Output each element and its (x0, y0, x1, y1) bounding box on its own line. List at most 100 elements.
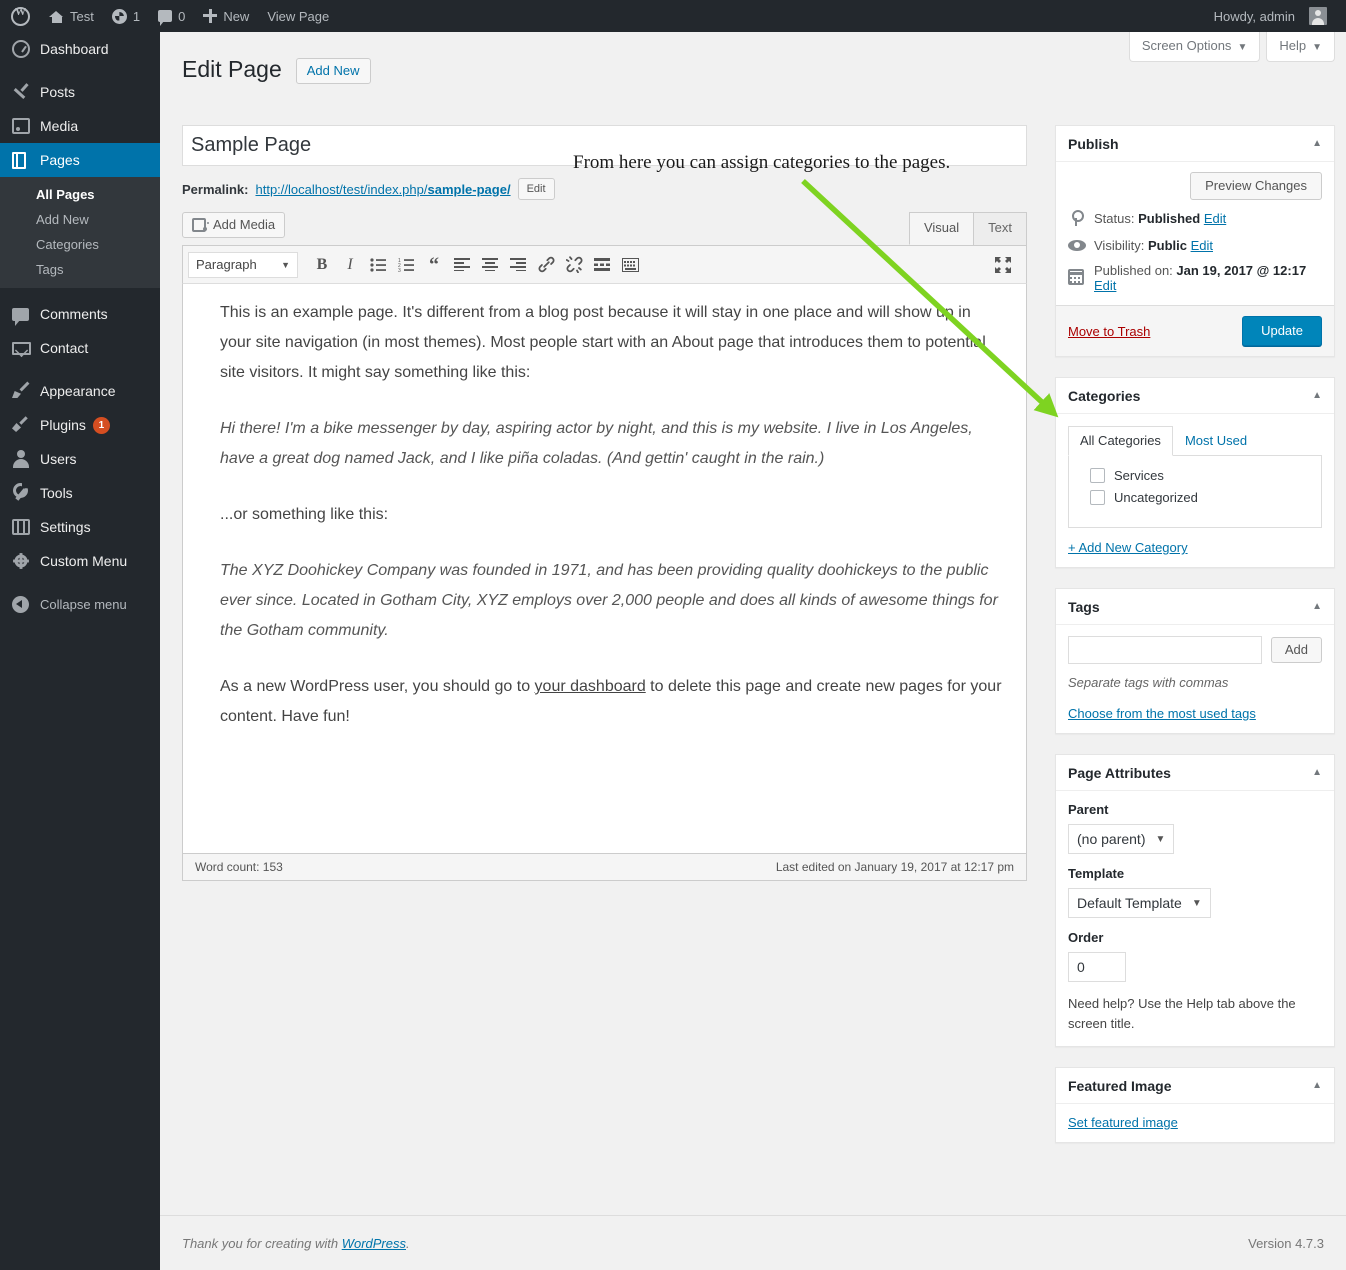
sidebar-item-posts[interactable]: Posts (0, 75, 160, 109)
category-label: Uncategorized (1114, 490, 1198, 505)
plugins-update-badge: 1 (92, 416, 110, 434)
preview-changes-button[interactable]: Preview Changes (1190, 172, 1322, 200)
sidebar-item-comments[interactable]: Comments (0, 297, 160, 331)
add-media-button[interactable]: Add Media (182, 212, 286, 238)
template-select[interactable]: Default Template ▼ (1068, 888, 1211, 918)
sidebar-item-contact[interactable]: Contact (0, 331, 160, 365)
category-label: Services (1114, 468, 1164, 483)
blockquote-icon[interactable]: “ (420, 251, 448, 279)
insert-link-icon[interactable] (532, 251, 560, 279)
edit-permalink-button[interactable]: Edit (517, 177, 555, 201)
wordpress-link[interactable]: WordPress (342, 1236, 406, 1251)
sidebar-item-settings[interactable]: Settings (0, 510, 160, 544)
edit-date-link[interactable]: Edit (1094, 278, 1116, 293)
sidebar-item-users[interactable]: Users (0, 442, 160, 476)
most-used-tags-link[interactable]: Choose from the most used tags (1068, 706, 1322, 721)
updates-menu[interactable]: 1 (103, 0, 149, 32)
sidebar-item-collapse-menu[interactable]: Collapse menu (0, 587, 160, 621)
categories-panel-body: All Categories Most Used Services Uncate… (1056, 414, 1334, 567)
editor-wrapper: Add Media Visual Text Paragraph ▼ B I 1 … (182, 212, 1027, 881)
categories-panel: Categories ▲ All Categories Most Used Se… (1055, 377, 1335, 568)
footer-version: Version 4.7.3 (1248, 1235, 1324, 1251)
set-featured-image-link[interactable]: Set featured image (1068, 1115, 1178, 1130)
comments-menu[interactable]: 0 (149, 0, 194, 32)
pages-icon (12, 151, 38, 169)
chevron-up-icon[interactable]: ▲ (1312, 390, 1322, 401)
admin-bar-right: Howdy, admin (1205, 0, 1346, 32)
update-button[interactable]: Update (1242, 316, 1322, 346)
edit-visibility-link[interactable]: Edit (1191, 238, 1213, 253)
italic-icon[interactable]: I (336, 251, 364, 279)
tags-panel-body: Add Separate tags with commas Choose fro… (1056, 625, 1334, 733)
remove-link-icon[interactable] (560, 251, 588, 279)
add-new-page-button[interactable]: Add New (295, 58, 371, 84)
new-tag-input[interactable] (1068, 636, 1262, 664)
tag-input-row: Add (1068, 636, 1322, 664)
tags-panel: Tags ▲ Add Separate tags with commas Cho… (1055, 588, 1335, 734)
bold-icon[interactable]: B (308, 251, 336, 279)
align-right-icon[interactable] (504, 251, 532, 279)
editor-content-area[interactable]: This is an example page. It's different … (182, 284, 1027, 854)
order-field-block: Order (1068, 930, 1322, 982)
category-item-uncategorized[interactable]: Uncategorized (1079, 489, 1311, 511)
my-account-menu[interactable]: Howdy, admin (1205, 0, 1336, 32)
your-dashboard-link[interactable]: your dashboard (535, 678, 646, 695)
sidebar-item-pages[interactable]: Pages (0, 143, 168, 177)
move-to-trash-link[interactable]: Move to Trash (1068, 324, 1150, 339)
submenu-item-add-new[interactable]: Add New (0, 207, 160, 232)
checkbox-uncategorized[interactable] (1090, 490, 1105, 505)
chevron-down-icon: ▼ (1312, 42, 1322, 53)
paragraph-format-select[interactable]: Paragraph ▼ (188, 251, 298, 278)
sidebar-item-label: Posts (40, 84, 76, 100)
chevron-up-icon[interactable]: ▲ (1312, 138, 1322, 149)
page-title-row: Edit Page Add New (182, 55, 371, 86)
sidebar-item-media[interactable]: Media (0, 109, 160, 143)
chevron-down-icon: ▼ (1191, 897, 1202, 909)
add-new-category-link[interactable]: + Add New Category (1068, 540, 1322, 555)
mail-icon (12, 341, 38, 355)
visibility-text: Visibility: Public Edit (1094, 238, 1213, 253)
tab-text[interactable]: Text (973, 212, 1027, 245)
align-left-icon[interactable] (448, 251, 476, 279)
read-more-icon[interactable] (588, 251, 616, 279)
eye-icon (1068, 236, 1086, 254)
wordpress-logo-button[interactable] (0, 0, 40, 32)
bulleted-list-icon[interactable] (364, 251, 392, 279)
site-name-menu[interactable]: Test (40, 0, 103, 32)
checkbox-services[interactable] (1090, 468, 1105, 483)
add-tag-button[interactable]: Add (1270, 637, 1322, 663)
order-input[interactable] (1068, 952, 1126, 982)
chevron-down-icon: ▼ (1155, 833, 1166, 845)
screen-options-button[interactable]: Screen Options ▼ (1128, 32, 1261, 63)
fullscreen-icon[interactable] (990, 252, 1016, 278)
toolbar-toggle-icon[interactable] (616, 251, 644, 279)
sidebar-item-label: Plugins (40, 417, 86, 433)
sidebar-item-tools[interactable]: Tools (0, 476, 160, 510)
editor-status-bar: Word count: 153 Last edited on January 1… (182, 854, 1027, 881)
chevron-up-icon[interactable]: ▲ (1312, 767, 1322, 778)
numbered-list-icon[interactable]: 1 2 3 (392, 251, 420, 279)
editor-paragraph: This is an example page. It's different … (220, 304, 986, 381)
submenu-item-all-pages[interactable]: All Pages (0, 182, 160, 207)
editor-mode-tabs: Visual Text (908, 212, 1027, 245)
submenu-item-categories[interactable]: Categories (0, 232, 160, 257)
tab-most-used[interactable]: Most Used (1173, 426, 1259, 456)
permalink-link[interactable]: http://localhost/test/index.php/sample-p… (255, 182, 510, 197)
chevron-up-icon[interactable]: ▲ (1312, 1080, 1322, 1091)
view-page-link[interactable]: View Page (258, 0, 338, 32)
parent-select[interactable]: (no parent) ▼ (1068, 824, 1175, 854)
help-button[interactable]: Help ▼ (1266, 32, 1335, 63)
sidebar-item-appearance[interactable]: Appearance (0, 374, 160, 408)
sidebar-item-custom-menu[interactable]: Custom Menu (0, 544, 160, 578)
edit-status-link[interactable]: Edit (1204, 211, 1226, 226)
sidebar-item-dashboard[interactable]: Dashboard (0, 32, 160, 66)
tab-all-categories[interactable]: All Categories (1068, 426, 1173, 456)
new-content-menu[interactable]: New (194, 0, 258, 32)
sidebar-item-plugins[interactable]: Plugins 1 (0, 408, 160, 442)
align-center-icon[interactable] (476, 251, 504, 279)
submenu-item-tags[interactable]: Tags (0, 257, 160, 282)
tab-visual[interactable]: Visual (908, 212, 975, 245)
chevron-up-icon[interactable]: ▲ (1312, 601, 1322, 612)
page-attributes-panel-header: Page Attributes ▲ (1056, 755, 1334, 791)
category-item-services[interactable]: Services (1079, 467, 1311, 489)
